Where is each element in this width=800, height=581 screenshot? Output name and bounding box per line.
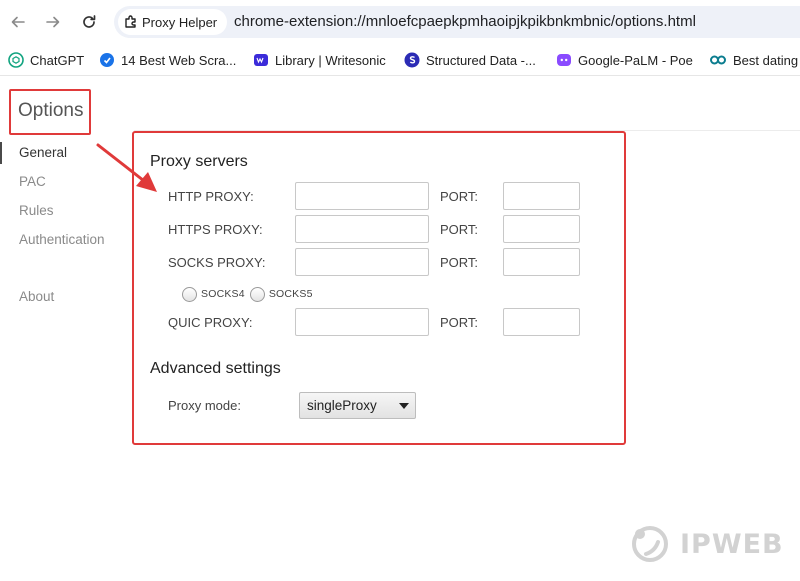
bookmark-writesonic[interactable]: Library | Writesonic xyxy=(253,51,386,69)
extension-icon xyxy=(125,15,136,28)
https-proxy-label: HTTPS PROXY: xyxy=(168,222,263,237)
title-highlight-frame xyxy=(9,89,91,135)
sidebar-item-pac[interactable]: PAC xyxy=(19,174,46,189)
bookmark-web-scraping[interactable]: 14 Best Web Scra... xyxy=(99,51,236,69)
url-text[interactable]: chrome-extension://mnloefcpaepkpmhaoipjk… xyxy=(234,13,696,30)
socks-proxy-port-input[interactable] xyxy=(503,248,580,276)
site-chip-label: Proxy Helper xyxy=(142,14,218,30)
bookmark-label: 14 Best Web Scra... xyxy=(121,52,237,68)
poe-icon xyxy=(557,54,571,66)
ipweb-logo-icon xyxy=(632,526,668,562)
http-proxy-label: HTTP PROXY: xyxy=(168,189,254,204)
quic-proxy-host-input[interactable] xyxy=(295,308,429,336)
forward-button[interactable] xyxy=(41,10,65,34)
watermark-text: IPWEB xyxy=(680,528,784,560)
sidebar-item-rules[interactable]: Rules xyxy=(19,203,54,218)
socks4-radio[interactable] xyxy=(182,286,197,302)
watermark: IPWEB xyxy=(628,524,784,564)
proxy-mode-select[interactable]: singleProxy xyxy=(299,392,416,419)
writesonic-icon xyxy=(254,54,268,66)
socks-proxy-host-input[interactable] xyxy=(295,248,429,276)
quic-proxy-port-input[interactable] xyxy=(503,308,580,336)
structured-data-icon xyxy=(404,52,420,68)
active-nav-marker xyxy=(0,142,2,164)
back-arrow-icon xyxy=(11,16,25,28)
bookmark-label: ChatGPT xyxy=(30,52,85,68)
socks-port-label: PORT: xyxy=(440,255,479,270)
socks5-label: SOCKS5 xyxy=(268,288,313,300)
bookmark-best-dating[interactable]: Best dating xyxy=(709,51,798,69)
bookmark-label: Library | Writesonic xyxy=(275,52,386,68)
socks-proxy-label: SOCKS PROXY: xyxy=(168,255,266,270)
proxy-servers-title: Proxy servers xyxy=(150,153,248,170)
browser-toolbar: Proxy Helper chrome-extension://mnloefcp… xyxy=(0,0,800,44)
bookmark-chatgpt[interactable]: ChatGPT xyxy=(8,51,84,69)
socks5-radio[interactable] xyxy=(249,286,265,302)
http-port-label: PORT: xyxy=(440,189,479,204)
link-icon xyxy=(710,55,726,65)
bookmarks-bar: ChatGPT 14 Best Web Scra... Library | Wr… xyxy=(0,44,800,76)
quic-proxy-label: QUIC PROXY: xyxy=(168,315,253,330)
dropdown-arrow-icon xyxy=(399,403,409,409)
https-proxy-port-input[interactable] xyxy=(503,215,580,243)
back-button[interactable] xyxy=(6,10,30,34)
advanced-settings-title: Advanced settings xyxy=(150,360,281,377)
bookmark-structured-data[interactable]: Structured Data -... xyxy=(404,51,536,69)
socks4-label: SOCKS4 xyxy=(201,288,245,300)
http-proxy-host-input[interactable] xyxy=(295,182,429,210)
bookmark-poe[interactable]: Google-PaLM - Poe xyxy=(556,51,693,69)
site-info-chip[interactable]: Proxy Helper xyxy=(118,9,228,35)
bookmark-label: Best dating xyxy=(733,52,799,68)
bookmark-label: Google-PaLM - Poe xyxy=(578,52,693,68)
sidebar-item-about[interactable]: About xyxy=(19,289,54,304)
reload-icon xyxy=(83,15,96,28)
chatgpt-icon xyxy=(8,52,24,68)
proxy-mode-label: Proxy mode: xyxy=(168,398,241,413)
address-bar[interactable]: Proxy Helper chrome-extension://mnloefcp… xyxy=(114,6,800,38)
socks-version-group: SOCKS4 SOCKS5 xyxy=(182,286,318,302)
proxy-mode-value: singleProxy xyxy=(307,398,377,413)
bookmark-site-icon xyxy=(100,53,114,67)
sidebar-item-authentication[interactable]: Authentication xyxy=(19,232,105,247)
http-proxy-port-input[interactable] xyxy=(503,182,580,210)
reload-button[interactable] xyxy=(77,10,101,34)
quic-port-label: PORT: xyxy=(440,315,479,330)
forward-arrow-icon xyxy=(46,16,60,28)
https-port-label: PORT: xyxy=(440,222,479,237)
bookmark-label: Structured Data -... xyxy=(426,52,536,68)
https-proxy-host-input[interactable] xyxy=(295,215,429,243)
sidebar-item-general[interactable]: General xyxy=(19,145,67,160)
